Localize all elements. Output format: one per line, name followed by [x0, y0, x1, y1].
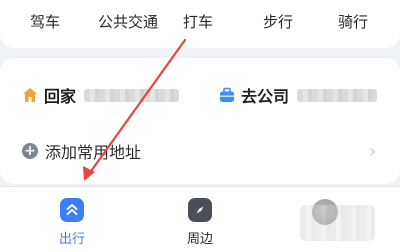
home-address[interactable]: 回家	[22, 83, 180, 107]
work-label: 去公司	[241, 87, 290, 106]
work-address-redacted	[297, 88, 378, 102]
compass-icon[interactable]	[188, 198, 212, 222]
add-common-address-button[interactable]: + 添加常用地址	[22, 140, 141, 162]
chevron-right-icon[interactable]: ›	[369, 141, 376, 162]
common-addresses-card	[0, 58, 400, 184]
mode-bike[interactable]: 骑行	[338, 13, 368, 31]
mode-public-transit[interactable]: 公共交通	[98, 13, 158, 31]
avatar-redacted	[300, 205, 375, 241]
briefcase-icon	[219, 87, 235, 103]
travel-icon[interactable]	[60, 198, 84, 222]
plus-circle-icon: +	[22, 143, 38, 159]
mode-drive[interactable]: 驾车	[30, 13, 60, 31]
work-address[interactable]: 去公司	[219, 83, 378, 107]
home-address-redacted	[84, 88, 180, 102]
mode-walk[interactable]: 步行	[263, 13, 293, 31]
tab-travel-label[interactable]: 出行	[59, 228, 85, 247]
add-address-label: 添加常用地址	[45, 143, 142, 162]
mode-taxi[interactable]: 打车	[183, 13, 213, 31]
house-icon	[22, 87, 38, 103]
tab-nearby-label[interactable]: 周边	[187, 228, 213, 247]
home-label: 回家	[44, 87, 77, 106]
